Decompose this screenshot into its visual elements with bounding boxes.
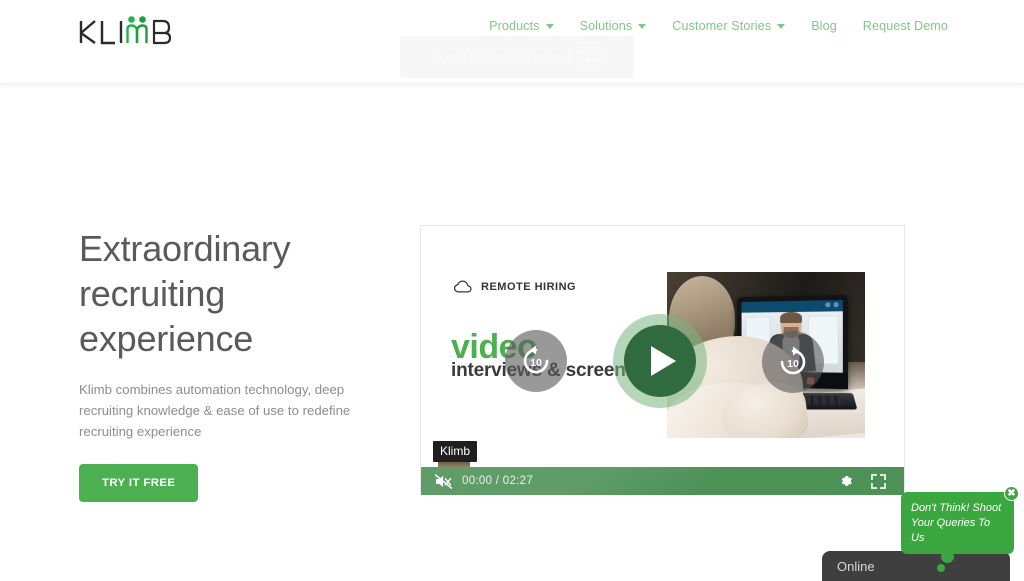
remote-hiring-badge: REMOTE HIRING [454,280,576,293]
forward-10-label: 10 [787,357,799,370]
video-title-tooltip: Klimb [433,441,478,462]
current-time: 00:00 [462,475,493,487]
play-button[interactable] [613,314,707,408]
bubble-tail-small [937,564,945,572]
close-icon[interactable]: ✖ [1004,486,1019,501]
nav-item-request-demo[interactable]: Request Demo [850,19,948,33]
chevron-down-icon [638,23,647,29]
cloud-icon [454,280,472,293]
time-separator: / [495,475,500,487]
main-navigation: Products Solutions Customer Stories Blog… [476,19,948,33]
rewind-10-label: 10 [530,356,542,369]
play-icon [624,325,696,397]
chat-status-label: Online [837,558,875,574]
gear-icon[interactable] [838,473,854,489]
chevron-down-icon [777,23,786,29]
fullscreen-icon[interactable] [871,473,886,489]
video-controls-bar[interactable]: 00:00 / 02:27 [421,467,904,495]
nav-item-label: Products [489,19,540,33]
nav-item-label: Solutions [579,19,633,33]
fullscreen-toast-key: F11 [569,47,605,67]
chat-promo-bubble[interactable]: ✖ Don't Think! Shoot Your Queries To Us [901,486,1019,572]
forward-10-button[interactable]: 10 [762,331,824,393]
chat-bubble-text: Don't Think! Shoot Your Queries To Us [911,501,1005,546]
klimb-logo-mark [79,16,172,45]
bubble-tail [941,550,954,563]
hero-subtitle: Klimb combines automation technology, de… [79,382,351,439]
hero-section: Extraordinary recruiting experience Klim… [79,226,379,502]
klimb-logo[interactable] [79,11,175,47]
hero-title-line-1: Extraordinary [79,228,291,269]
nav-item-label: Blog [811,19,837,33]
page-root: Products Solutions Customer Stories Blog… [0,0,1024,581]
chevron-down-icon [545,23,554,29]
duration: 02:27 [502,475,534,487]
volume-muted-icon[interactable] [435,473,452,489]
fullscreen-toast-message: To exit full screen, press [429,50,564,64]
rewind-10-button[interactable]: 10 [505,330,567,392]
page-title: Extraordinary recruiting experience [79,226,379,361]
remote-hiring-label: REMOTE HIRING [481,280,577,293]
nav-item-label: Request Demo [862,19,948,33]
nav-item-products[interactable]: Products [476,19,567,33]
nav-item-label: Customer Stories [672,19,772,33]
nav-item-solutions[interactable]: Solutions [567,19,660,33]
hero-title-line-2: recruiting [79,273,226,314]
video-time-display: 00:00 / 02:27 [462,475,533,487]
try-it-free-button[interactable]: TRY IT FREE [79,464,199,502]
nav-item-blog[interactable]: Blog [798,19,850,33]
chat-widget-bar[interactable]: Online [822,551,1010,581]
chat-bubble-line-2: Your Queries To Us [911,517,991,544]
chat-bubble-line-1: Don't Think! Shoot [911,502,1002,514]
nav-item-customer-stories[interactable]: Customer Stories [659,19,798,33]
fullscreen-exit-toast: To exit full screen, press F11 [400,36,634,78]
hero-title-line-3: experience [79,318,254,359]
